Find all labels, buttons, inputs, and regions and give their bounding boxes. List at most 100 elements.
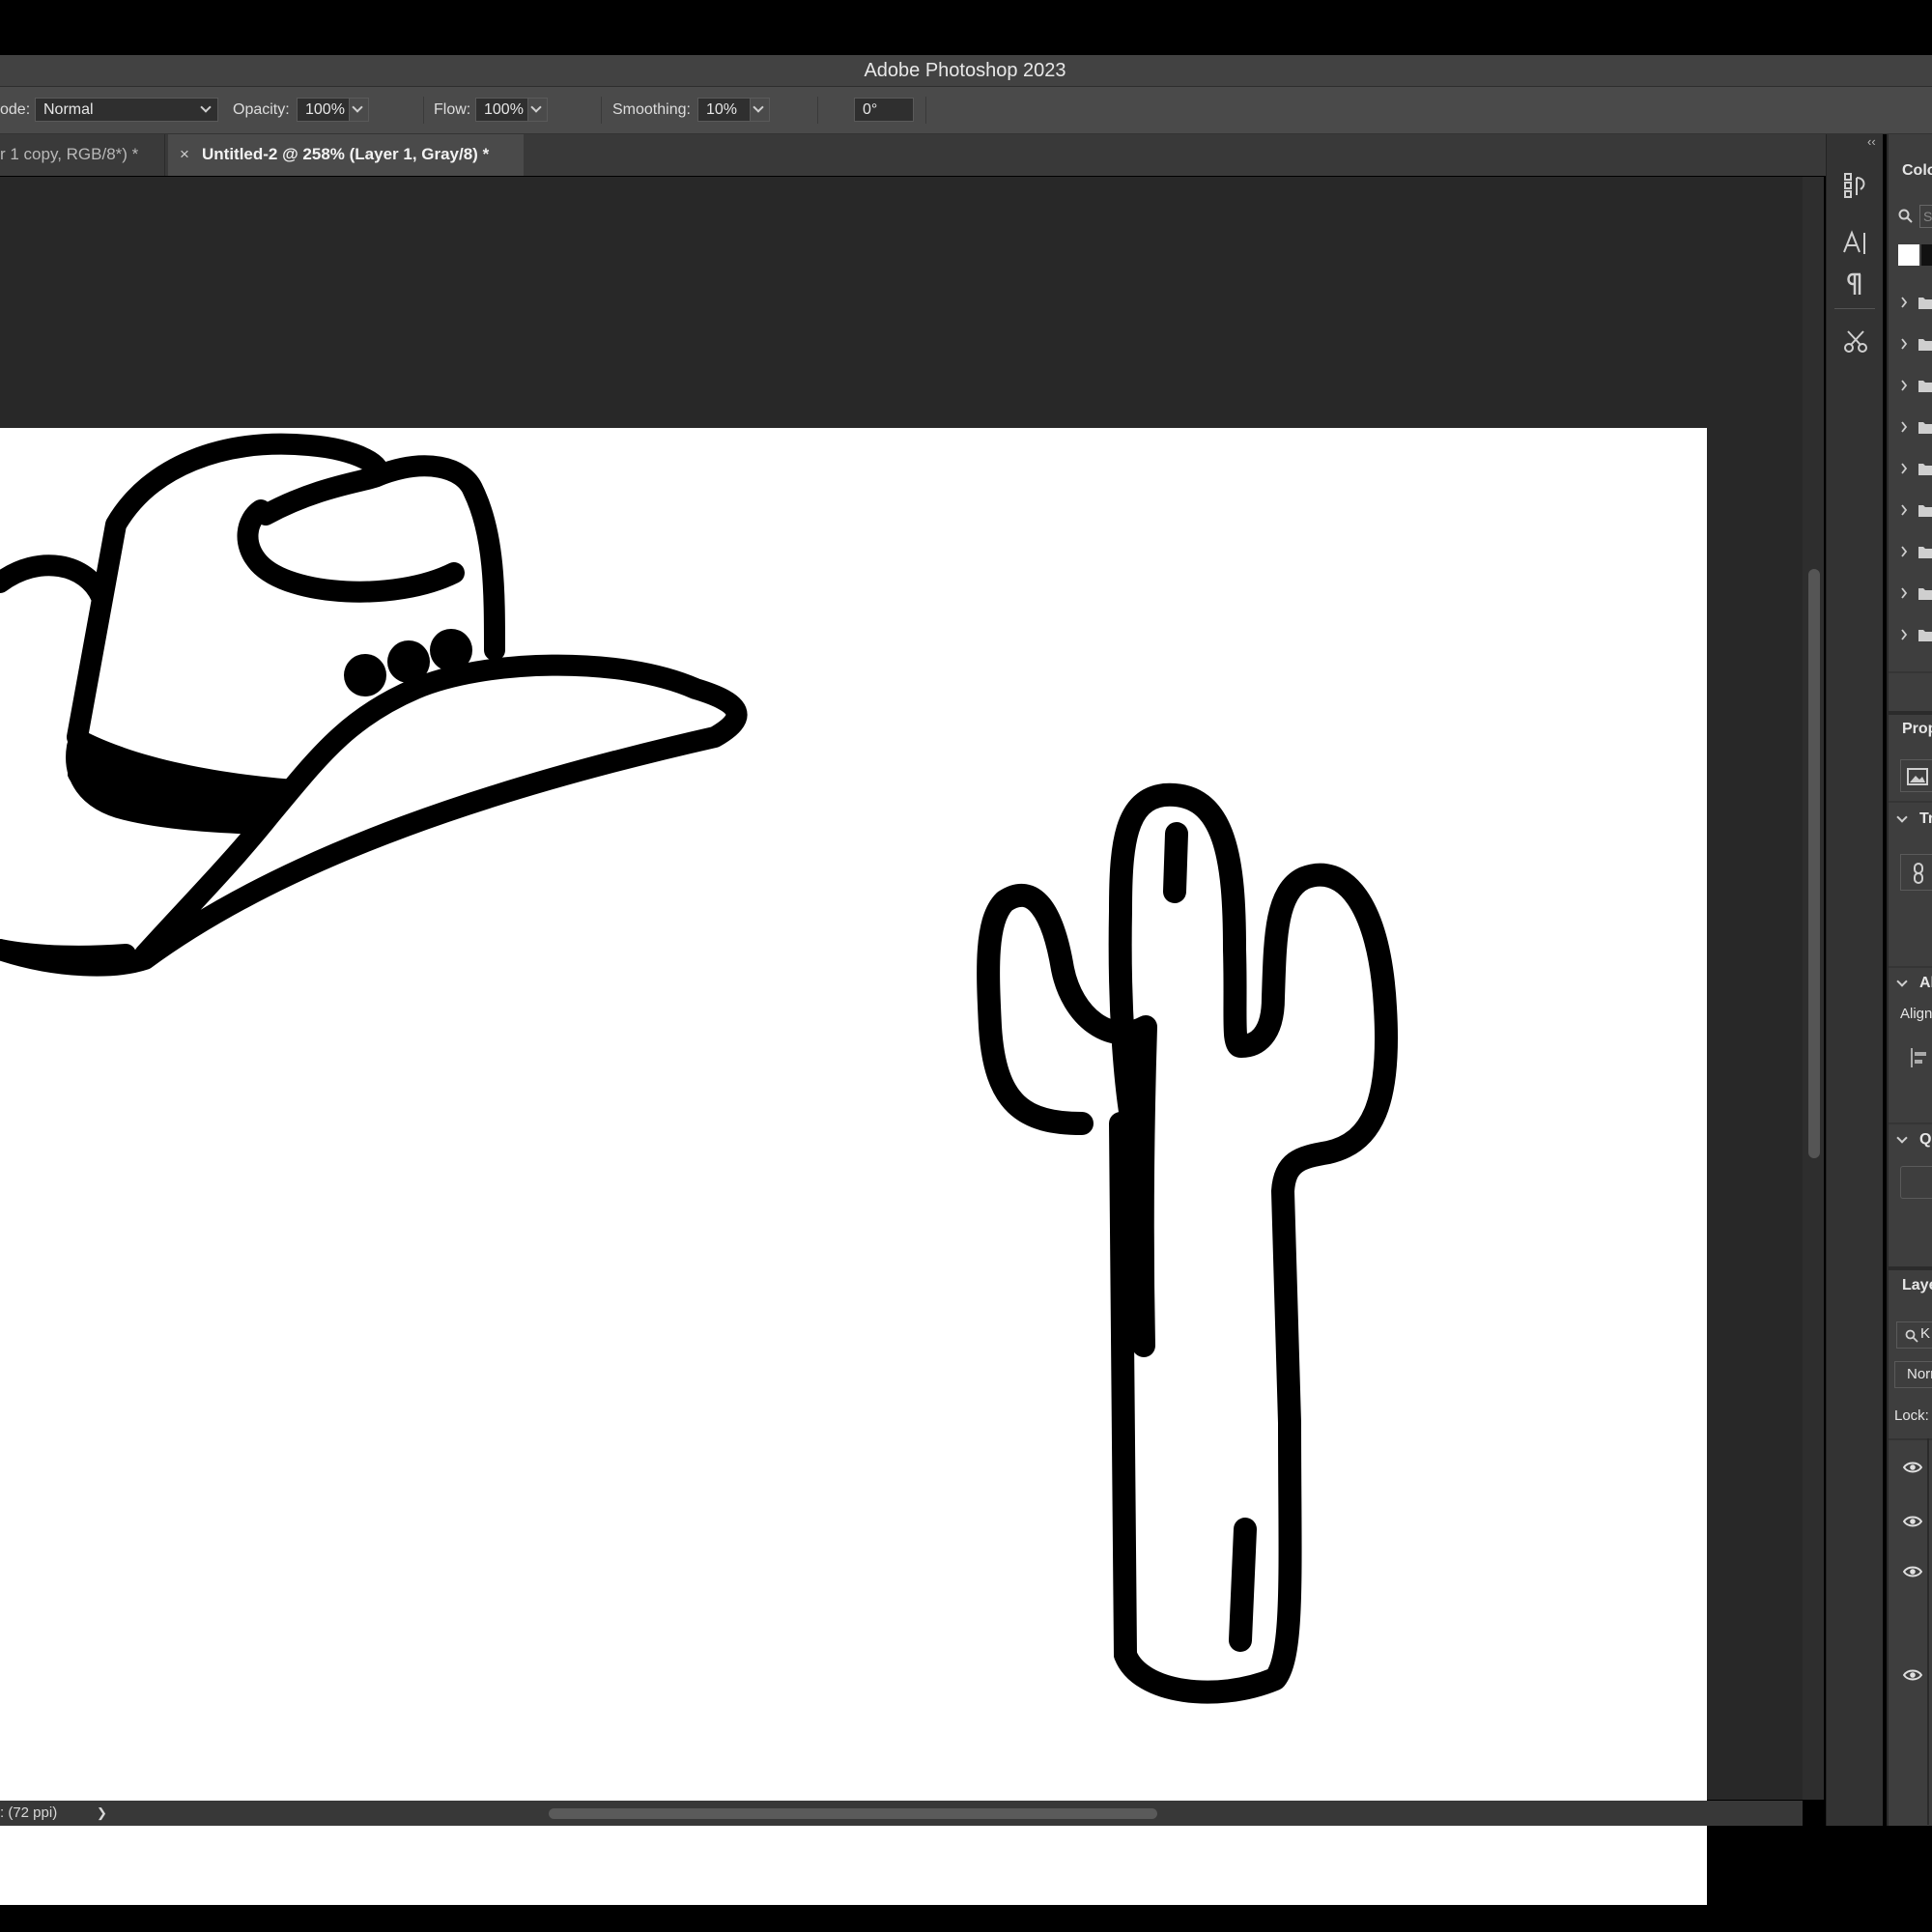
align-left-icon[interactable] (1910, 1047, 1929, 1068)
tab-document-1[interactable]: r 1 copy, RGB/8*) * (0, 134, 165, 176)
vertical-scroll-thumb[interactable] (1808, 569, 1820, 1158)
chevron-down-icon (530, 101, 542, 113)
panel-icon-strip: ‹‹ (1826, 134, 1883, 1826)
align-label: Align (1900, 1006, 1932, 1022)
history-icon[interactable] (1843, 170, 1868, 199)
search-icon (1898, 209, 1913, 223)
chevron-right-icon (1901, 421, 1908, 433)
smoothing-label: Smoothing: (612, 101, 691, 118)
flow-dropdown[interactable] (528, 98, 548, 122)
mode-select[interactable]: Normal (35, 98, 218, 122)
chevron-down-icon (352, 101, 363, 113)
tab-label: r 1 copy, RGB/8*) * (0, 145, 139, 163)
folder-icon (1918, 339, 1932, 351)
folder-icon (1918, 547, 1932, 558)
quick-action-button[interactable] (1900, 1166, 1932, 1199)
search-icon (1905, 1329, 1918, 1343)
app-title: Adobe Photoshop 2023 (864, 60, 1066, 81)
chevron-right-icon (1901, 463, 1908, 474)
layers-panel-header[interactable]: Laye (1902, 1277, 1932, 1294)
link-icon (1914, 863, 1923, 884)
chevron-right-icon (1901, 380, 1908, 391)
layer-visibility-eye-icon[interactable] (1902, 1565, 1923, 1583)
horizontal-scroll-thumb[interactable] (549, 1808, 1157, 1819)
chevron-down-icon (753, 101, 764, 113)
folder-icon (1918, 505, 1932, 517)
align-section-header: Al (1919, 975, 1932, 991)
cowboy-hat-drawing (0, 433, 748, 977)
mode-label: ode: (0, 101, 31, 118)
chevron-right-icon (1901, 629, 1908, 640)
swatch-group-row[interactable] (1889, 620, 1932, 649)
status-arrow-icon[interactable]: ❯ (97, 1801, 107, 1826)
collapse-icon[interactable]: ‹‹ (1867, 134, 1876, 149)
mode-value: Normal (43, 101, 94, 118)
drawing-artwork (0, 433, 1398, 1704)
opacity-input[interactable]: 100% (297, 98, 350, 122)
properties-panel-header[interactable]: Prop (1902, 721, 1932, 738)
cactus-drawing (977, 782, 1398, 1704)
swatch-group-row[interactable] (1889, 496, 1932, 525)
foreground-swatch[interactable] (1898, 244, 1919, 266)
lock-label: Lock: (1894, 1407, 1929, 1424)
folder-icon (1918, 588, 1932, 600)
swatch-group-row[interactable] (1889, 579, 1932, 608)
folder-icon (1918, 630, 1932, 641)
document-tab-bar: r 1 copy, RGB/8*) * × Untitled-2 @ 258% … (0, 134, 1826, 176)
canvas-workspace[interactable] (0, 177, 1803, 1905)
paragraph-icon[interactable] (1845, 271, 1866, 297)
folder-icon (1918, 381, 1932, 392)
close-icon[interactable]: × (180, 134, 189, 175)
character-icon[interactable] (1841, 229, 1868, 256)
folder-icon (1918, 464, 1932, 475)
layer-visibility-eye-icon[interactable] (1902, 1461, 1923, 1479)
hat-dot-1 (344, 654, 386, 696)
status-bar: : (72 ppi) ❯ (0, 1801, 1803, 1826)
smoothing-dropdown[interactable] (751, 98, 770, 122)
image-icon (1907, 768, 1928, 785)
document-info: : (72 ppi) (0, 1804, 58, 1821)
smoothing-input[interactable]: 10% (697, 98, 751, 122)
opacity-label: Opacity: (233, 101, 290, 118)
chevron-right-icon (1901, 546, 1908, 557)
layer-blend-mode-select[interactable]: Norr (1894, 1361, 1932, 1388)
layer-visibility-eye-icon[interactable] (1902, 1668, 1923, 1687)
transform-section-header: Tr (1919, 810, 1932, 827)
options-bar: ode: Normal Opacity: 100% Flow: 100% Smo… (0, 87, 1932, 209)
background-swatch[interactable] (1921, 244, 1932, 266)
swatch-group-row[interactable] (1889, 454, 1932, 483)
swatches-search-input[interactable]: S (1919, 205, 1932, 228)
swatch-group-row[interactable] (1889, 371, 1932, 400)
document-canvas[interactable] (0, 428, 1707, 1905)
folder-icon (1918, 298, 1932, 309)
tool-presets-icon[interactable] (1842, 327, 1869, 355)
tab-label: Untitled-2 @ 258% (Layer 1, Gray/8) * (202, 145, 490, 163)
pixel-layer-properties-button[interactable] (1900, 759, 1932, 792)
color-panel-header[interactable]: Colo (1902, 162, 1932, 180)
swatch-group-row[interactable] (1889, 288, 1932, 317)
hat-dot-3 (430, 629, 472, 671)
vertical-scrollbar[interactable] (1803, 177, 1824, 1800)
layer-visibility-eye-icon[interactable] (1902, 1515, 1923, 1533)
angle-input[interactable]: 0° (854, 98, 914, 122)
quick-actions-section-header: Qu (1919, 1131, 1932, 1148)
hat-dot-2 (387, 640, 430, 683)
flow-label: Flow: (434, 101, 471, 118)
swatch-group-row[interactable] (1889, 329, 1932, 358)
swatches-search[interactable]: S (1889, 200, 1932, 233)
title-bar: Adobe Photoshop 2023 (0, 55, 1932, 87)
opacity-dropdown[interactable] (350, 98, 369, 122)
swatch-group-row[interactable] (1889, 537, 1932, 566)
link-dimensions-button[interactable] (1900, 854, 1932, 891)
tab-document-2[interactable]: × Untitled-2 @ 258% (Layer 1, Gray/8) * (168, 134, 524, 176)
folder-icon (1918, 422, 1932, 434)
chevron-right-icon (1901, 297, 1908, 308)
layers-filter-kind[interactable]: K (1896, 1321, 1932, 1349)
flow-input[interactable]: 100% (475, 98, 528, 122)
chevron-right-icon (1901, 504, 1908, 516)
chevron-right-icon (1901, 338, 1908, 350)
layers-filter-value: K (1920, 1325, 1931, 1342)
swatch-group-row[interactable] (1889, 412, 1932, 441)
right-panel-dock: Colo S Prop Tr Al Align Qu Laye K (1887, 134, 1932, 1826)
chevron-right-icon (1901, 587, 1908, 599)
